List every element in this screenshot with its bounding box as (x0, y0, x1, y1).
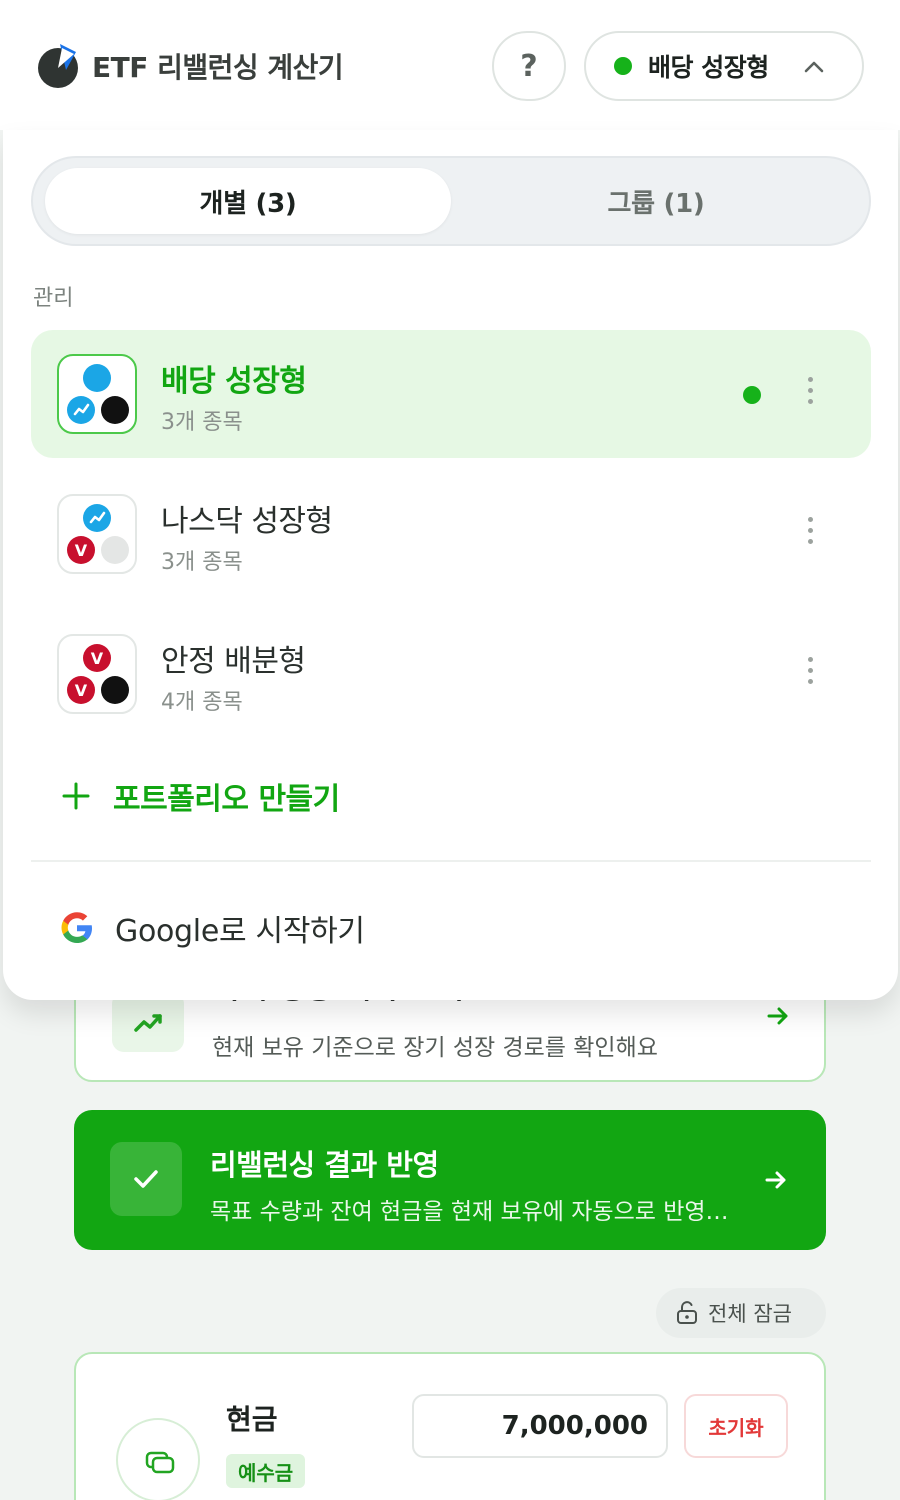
apply-subtitle: 목표 수량과 잔여 현금을 현재 보유에 자동으로 반영해요 (210, 1199, 730, 1225)
lock-all-button[interactable]: 전체 잠금 (656, 1288, 826, 1338)
tab-individual[interactable]: 개별 (3) (45, 168, 451, 234)
divider (31, 860, 871, 862)
portfolio-name: 배당 성장형 (161, 364, 307, 399)
portfolio-count: 3개 종목 (161, 410, 243, 435)
app-title: ETF 리밸런싱 계산기 (92, 51, 344, 84)
portfolio-icon: V V (57, 634, 137, 714)
reset-button[interactable]: 초기화 (684, 1394, 788, 1458)
active-dot (614, 57, 632, 75)
lock-all-label: 전체 잠금 (708, 1302, 792, 1326)
cash-badge: 예수금 (226, 1454, 306, 1488)
app-header: ETF 리밸런싱 계산기 ? 배당 성장형 (0, 0, 900, 130)
pie-chart-logo-icon (38, 44, 78, 88)
chevron-up-icon (804, 61, 824, 73)
cash-icon (116, 1418, 200, 1500)
tab-group[interactable]: 그룹 (1) (453, 168, 859, 234)
more-options-icon[interactable] (803, 514, 817, 554)
portfolio-name: 나스닥 성장형 (161, 504, 333, 539)
etf-chart-logo-icon (67, 396, 95, 424)
vanguard-logo-icon: V (67, 676, 95, 704)
portfolio-item-dividend-growth[interactable]: 배당 성장형 3개 종목 (31, 330, 871, 458)
trend-up-icon (112, 992, 184, 1052)
portfolio-count: 4개 종목 (161, 690, 243, 715)
portfolio-dropdown: 개별 (3) 그룹 (1) 관리 배당 성장형 3개 종목 V 나스닥 성장형 … (3, 130, 898, 1000)
portfolio-icon: V (57, 494, 137, 574)
portfolio-selector-label: 배당 성장형 (648, 53, 769, 82)
portfolio-item-stable-allocation[interactable]: V V 안정 배분형 4개 종목 (31, 610, 871, 738)
create-portfolio-label: 포트폴리오 만들기 (113, 782, 340, 817)
etf-logo-icon (101, 536, 129, 564)
vanguard-logo-icon: V (83, 644, 111, 672)
portfolio-icon (57, 354, 137, 434)
arrow-right-icon (767, 1007, 788, 1025)
portfolio-count: 3개 종목 (161, 550, 243, 575)
unlock-icon (677, 1301, 697, 1324)
apply-rebalance-button[interactable]: 리밸런싱 결과 반영 목표 수량과 잔여 현금을 현재 보유에 자동으로 반영해… (74, 1110, 826, 1250)
active-dot (743, 386, 761, 404)
portfolio-item-nasdaq-growth[interactable]: V 나스닥 성장형 3개 종목 (31, 470, 871, 598)
google-logo-icon (61, 912, 92, 943)
segmented-control: 개별 (3) 그룹 (1) (31, 156, 871, 246)
portfolio-selector[interactable]: 배당 성장형 (584, 31, 864, 101)
cash-card: 현금 예수금 7,000,000 초기화 (74, 1352, 826, 1500)
etf-logo-icon (101, 396, 129, 424)
portfolio-name: 안정 배분형 (161, 644, 306, 679)
vanguard-logo-icon: V (67, 536, 95, 564)
create-portfolio-button[interactable]: 포트폴리오 만들기 (61, 774, 340, 818)
check-icon (110, 1142, 182, 1216)
cash-title: 현금 (226, 1403, 278, 1436)
google-signin-button[interactable]: Google로 시작하기 (59, 906, 365, 950)
help-button[interactable]: ? (492, 31, 566, 101)
arrow-right-icon (765, 1171, 786, 1189)
etf-logo-icon (83, 364, 111, 392)
section-label: 관리 (33, 286, 74, 311)
more-options-icon[interactable] (803, 654, 817, 694)
cash-amount-input[interactable]: 7,000,000 (412, 1394, 668, 1458)
forecast-subtitle: 현재 보유 기준으로 장기 성장 경로를 확인해요 (212, 1035, 658, 1061)
more-options-icon[interactable] (803, 374, 817, 414)
google-signin-label: Google로 시작하기 (115, 914, 365, 949)
apply-title: 리밸런싱 결과 반영 (210, 1148, 439, 1182)
plus-icon (62, 782, 90, 810)
etf-logo-icon (101, 676, 129, 704)
etf-chart-logo-icon (83, 504, 111, 532)
